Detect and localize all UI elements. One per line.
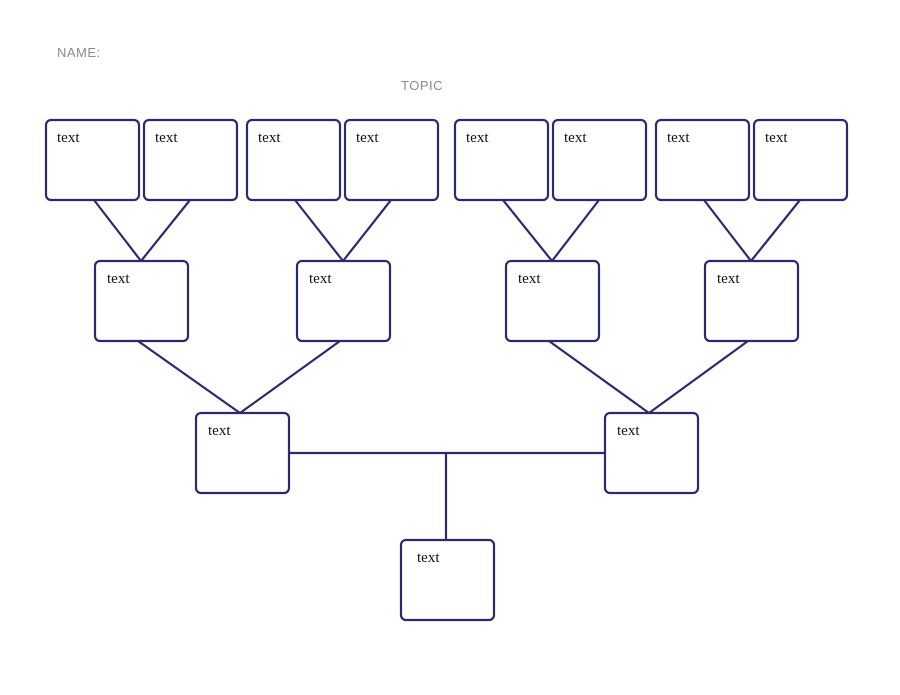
tree-diagram: text text text text text text text text text text… xyxy=(44,118,849,622)
node-label: text xyxy=(258,130,281,146)
node-label: text xyxy=(765,130,788,146)
connector-line xyxy=(137,340,241,414)
node-label: text xyxy=(564,130,587,146)
connector-line xyxy=(342,199,392,262)
tree-node-level-1[interactable]: text xyxy=(44,118,141,202)
tree-node-level-2[interactable]: text xyxy=(703,259,800,343)
tree-node-level-2[interactable]: text xyxy=(93,259,190,343)
node-label: text xyxy=(208,423,231,439)
connector-line xyxy=(140,199,191,262)
tree-node-level-2[interactable]: text xyxy=(295,259,392,343)
tree-node-level-1[interactable]: text xyxy=(551,118,648,202)
node-label: text xyxy=(107,271,130,287)
node-label: text xyxy=(667,130,690,146)
tree-node-level-1[interactable]: text xyxy=(654,118,751,202)
connector-line xyxy=(548,340,650,414)
node-box[interactable] xyxy=(399,538,496,622)
tree-node-level-3[interactable]: text xyxy=(194,411,291,495)
tree-node-level-2[interactable]: text xyxy=(504,259,601,343)
node-label: text xyxy=(57,130,80,146)
node-label: text xyxy=(417,550,440,566)
tree-node-level-1[interactable]: text xyxy=(142,118,239,202)
connector-line xyxy=(551,199,600,262)
node-label: text xyxy=(717,271,740,287)
connector-line xyxy=(703,199,752,262)
node-label: text xyxy=(466,130,489,146)
tree-node-level-1[interactable]: text xyxy=(453,118,550,202)
connector-line xyxy=(239,340,341,414)
connector-line xyxy=(93,199,142,262)
connector-line xyxy=(750,199,801,262)
tree-node-level-1[interactable]: text xyxy=(245,118,342,202)
tree-node-level-1[interactable]: text xyxy=(752,118,849,202)
tree-node-level-3[interactable]: text xyxy=(603,411,700,495)
node-label: text xyxy=(617,423,640,439)
node-label: text xyxy=(356,130,379,146)
tree-node-level-4[interactable]: text xyxy=(399,538,496,622)
tree-node-level-1[interactable]: text xyxy=(343,118,440,202)
connector-line xyxy=(294,199,344,262)
node-label: text xyxy=(518,271,541,287)
connector-line xyxy=(648,340,749,414)
connector-line xyxy=(502,199,553,262)
node-label: text xyxy=(155,130,178,146)
node-label: text xyxy=(309,271,332,287)
